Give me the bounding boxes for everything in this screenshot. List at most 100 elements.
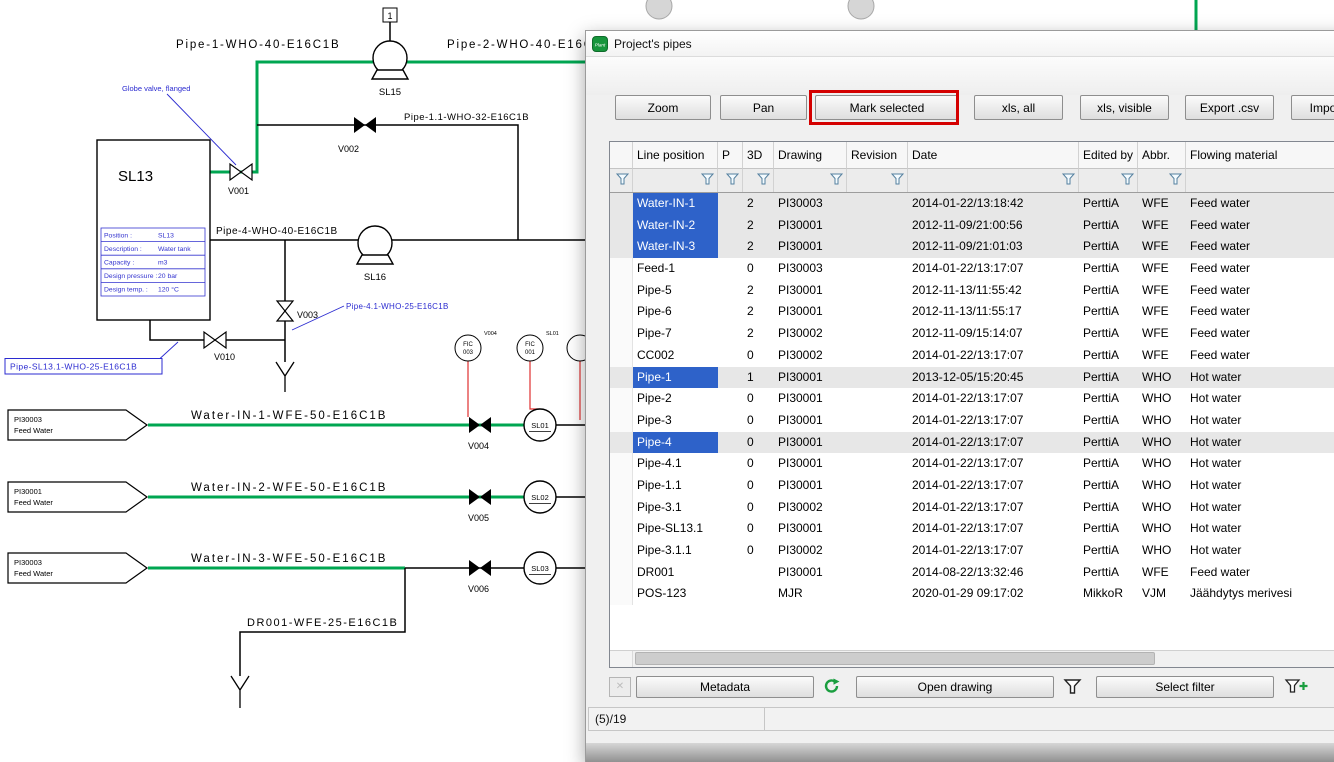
table-row-water-in-3[interactable]: Water-IN-32PI300012012-11-09/21:01:03Per… <box>610 236 1334 258</box>
horizontal-scrollbar[interactable] <box>610 650 1334 667</box>
cell-pos[interactable]: Pipe-1.1 <box>633 475 718 497</box>
cell-pos[interactable]: Water-IN-1 <box>633 193 718 215</box>
row-selector[interactable] <box>610 475 633 497</box>
cell-mat[interactable]: Feed water <box>1186 236 1334 258</box>
cell-td[interactable]: 2 <box>743 301 774 323</box>
cell-date[interactable]: 2012-11-13/11:55:17 <box>908 301 1079 323</box>
cell-td[interactable]: 2 <box>743 193 774 215</box>
cell-abbr[interactable]: WHO <box>1138 432 1186 454</box>
row-selector[interactable] <box>610 236 633 258</box>
table-row-pipe-3[interactable]: Pipe-30PI300012014-01-22/13:17:07PerttiA… <box>610 410 1334 432</box>
table-row-pipe-sl13-1[interactable]: Pipe-SL13.10PI300012014-01-22/13:17:07Pe… <box>610 518 1334 540</box>
row-selector[interactable] <box>610 301 633 323</box>
cell-rev[interactable] <box>847 280 908 302</box>
cell-drw[interactable]: PI30003 <box>774 258 847 280</box>
cell-date[interactable]: 2014-01-22/13:17:07 <box>908 410 1079 432</box>
cell-mat[interactable]: Feed water <box>1186 562 1334 584</box>
cell-td[interactable]: 0 <box>743 540 774 562</box>
row-selector[interactable] <box>610 583 633 605</box>
cell-pos[interactable]: Water-IN-2 <box>633 215 718 237</box>
cell-p[interactable] <box>718 562 743 584</box>
cell-drw[interactable]: PI30001 <box>774 367 847 389</box>
cell-mat[interactable]: Hot water <box>1186 518 1334 540</box>
cell-mat[interactable]: Hot water <box>1186 453 1334 475</box>
cell-pos[interactable]: Feed-1 <box>633 258 718 280</box>
toolbar-button-export-csv[interactable]: Export .csv <box>1185 95 1274 120</box>
cell-abbr[interactable]: WHO <box>1138 453 1186 475</box>
cell-p[interactable] <box>718 258 743 280</box>
select-filter-button[interactable]: Select filter <box>1096 676 1274 698</box>
cell-drw[interactable]: PI30001 <box>774 301 847 323</box>
cell-p[interactable] <box>718 518 743 540</box>
table-row-pipe-7[interactable]: Pipe-72PI300022012-11-09/15:14:07PerttiA… <box>610 323 1334 345</box>
cell-abbr[interactable]: WFE <box>1138 301 1186 323</box>
cell-p[interactable] <box>718 323 743 345</box>
cell-by[interactable]: PerttiA <box>1079 236 1138 258</box>
table-row-pipe-4-1[interactable]: Pipe-4.10PI300012014-01-22/13:17:07Pertt… <box>610 453 1334 475</box>
cell-p[interactable] <box>718 540 743 562</box>
cell-rev[interactable] <box>847 388 908 410</box>
row-selector[interactable] <box>610 518 633 540</box>
cell-rev[interactable] <box>847 323 908 345</box>
cell-td[interactable]: 2 <box>743 236 774 258</box>
cell-p[interactable] <box>718 475 743 497</box>
cell-drw[interactable]: PI30001 <box>774 410 847 432</box>
cell-pos[interactable]: Pipe-6 <box>633 301 718 323</box>
toolbar-button-pan[interactable]: Pan <box>720 95 807 120</box>
cell-pos[interactable]: Pipe-SL13.1 <box>633 518 718 540</box>
cell-td[interactable]: 0 <box>743 432 774 454</box>
cell-date[interactable]: 2012-11-13/11:55:42 <box>908 280 1079 302</box>
cell-pos[interactable]: POS-123 <box>633 583 718 605</box>
cell-by[interactable]: PerttiA <box>1079 280 1138 302</box>
cell-date[interactable]: 2014-01-22/13:17:07 <box>908 518 1079 540</box>
toolbar-button-import-csv[interactable]: Import .csv <box>1291 95 1334 120</box>
pipes-grid[interactable]: Line positionP3DDrawingRevisionDateEdite… <box>609 141 1334 668</box>
cell-by[interactable]: PerttiA <box>1079 388 1138 410</box>
column-header-date[interactable]: Date <box>908 142 1079 169</box>
cell-drw[interactable]: PI30001 <box>774 236 847 258</box>
cell-by[interactable]: PerttiA <box>1079 562 1138 584</box>
cell-abbr[interactable]: WHO <box>1138 388 1186 410</box>
cell-rev[interactable] <box>847 518 908 540</box>
cell-drw[interactable]: PI30001 <box>774 518 847 540</box>
cell-p[interactable] <box>718 410 743 432</box>
cell-p[interactable] <box>718 215 743 237</box>
cell-p[interactable] <box>718 497 743 519</box>
row-selector[interactable] <box>610 193 633 215</box>
cell-mat[interactable]: Feed water <box>1186 323 1334 345</box>
cell-rev[interactable] <box>847 345 908 367</box>
cell-mat[interactable]: Hot water <box>1186 497 1334 519</box>
column-header-abbr[interactable]: Abbr. <box>1138 142 1186 169</box>
cell-abbr[interactable]: VJM <box>1138 583 1186 605</box>
cell-rev[interactable] <box>847 301 908 323</box>
cell-mat[interactable]: Feed water <box>1186 280 1334 302</box>
cell-p[interactable] <box>718 453 743 475</box>
cell-drw[interactable]: MJR <box>774 583 847 605</box>
cell-td[interactable]: 0 <box>743 518 774 540</box>
cell-drw[interactable]: PI30002 <box>774 497 847 519</box>
table-row-pipe-2[interactable]: Pipe-20PI300012014-01-22/13:17:07PerttiA… <box>610 388 1334 410</box>
cell-rev[interactable] <box>847 562 908 584</box>
cell-mat[interactable]: Hot water <box>1186 475 1334 497</box>
cell-abbr[interactable]: WFE <box>1138 193 1186 215</box>
cell-abbr[interactable]: WFE <box>1138 236 1186 258</box>
cell-td[interactable]: 0 <box>743 475 774 497</box>
cell-pos[interactable]: Pipe-4.1 <box>633 453 718 475</box>
metadata-button[interactable]: Metadata <box>636 676 814 698</box>
cell-abbr[interactable]: WHO <box>1138 367 1186 389</box>
cell-mat[interactable]: Feed water <box>1186 193 1334 215</box>
cell-drw[interactable]: PI30001 <box>774 280 847 302</box>
cell-date[interactable]: 2020-01-29 09:17:02 <box>908 583 1079 605</box>
cell-drw[interactable]: PI30001 <box>774 388 847 410</box>
cell-rev[interactable] <box>847 475 908 497</box>
cell-date[interactable]: 2014-01-22/13:17:07 <box>908 475 1079 497</box>
cell-rev[interactable] <box>847 367 908 389</box>
cell-date[interactable]: 2014-01-22/13:17:07 <box>908 345 1079 367</box>
cell-rev[interactable] <box>847 193 908 215</box>
cell-pos[interactable]: Pipe-2 <box>633 388 718 410</box>
funnel-plus-icon[interactable] <box>1284 678 1309 700</box>
funnel-icon[interactable] <box>1063 678 1082 700</box>
table-row-pipe-3-1-1[interactable]: Pipe-3.1.10PI300022014-01-22/13:17:07Per… <box>610 540 1334 562</box>
cell-td[interactable] <box>743 583 774 605</box>
cell-rev[interactable] <box>847 258 908 280</box>
